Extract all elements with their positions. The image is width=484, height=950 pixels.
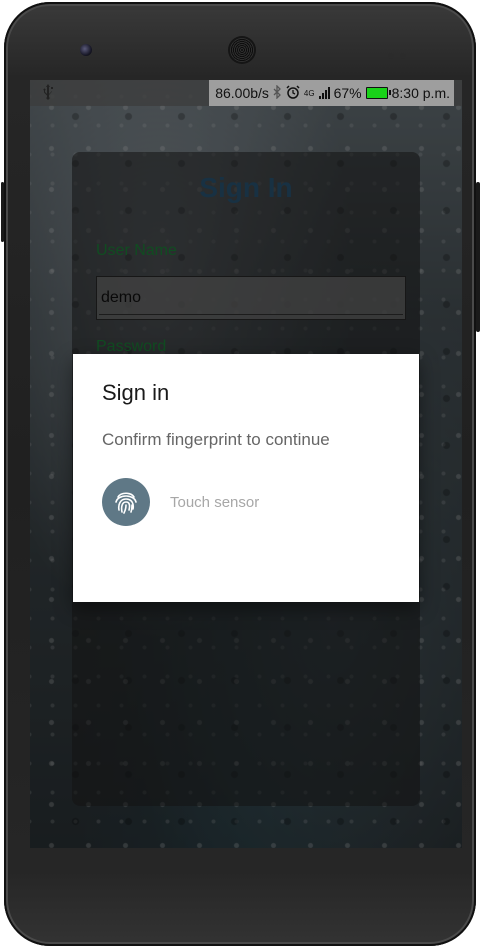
screen: Sign In User Name demo Password 86.00b/s… [30, 80, 462, 848]
power-button [476, 182, 480, 332]
touch-sensor-hint: Touch sensor [170, 494, 260, 511]
fingerprint-icon [102, 478, 150, 526]
fingerprint-dialog: Sign in Confirm fingerprint to continue … [73, 354, 419, 602]
alarm-icon [286, 84, 300, 102]
bluetooth-icon [273, 83, 282, 102]
dialog-title: Sign in [102, 380, 170, 405]
status-bar: 86.00b/s 4G 67% 8:30 p.m. [30, 80, 462, 106]
front-camera [80, 44, 92, 56]
clock: 8:30 p.m. [391, 85, 450, 101]
phone-frame: Sign In User Name demo Password 86.00b/s… [1, 2, 480, 946]
battery-percent: 67% [333, 85, 362, 101]
earpiece-speaker [230, 38, 254, 62]
battery-icon [365, 87, 391, 99]
network-type: 4G [303, 88, 315, 98]
dialog-description: Confirm fingerprint to continue [102, 430, 330, 449]
net-speed: 86.00b/s [215, 85, 269, 101]
volume-button [1, 182, 4, 242]
status-icons: 86.00b/s 4G 67% 8:30 p.m. [209, 80, 454, 106]
signal-icon [318, 87, 330, 99]
proximity-sensors [388, 46, 418, 59]
usb-icon [42, 84, 54, 104]
